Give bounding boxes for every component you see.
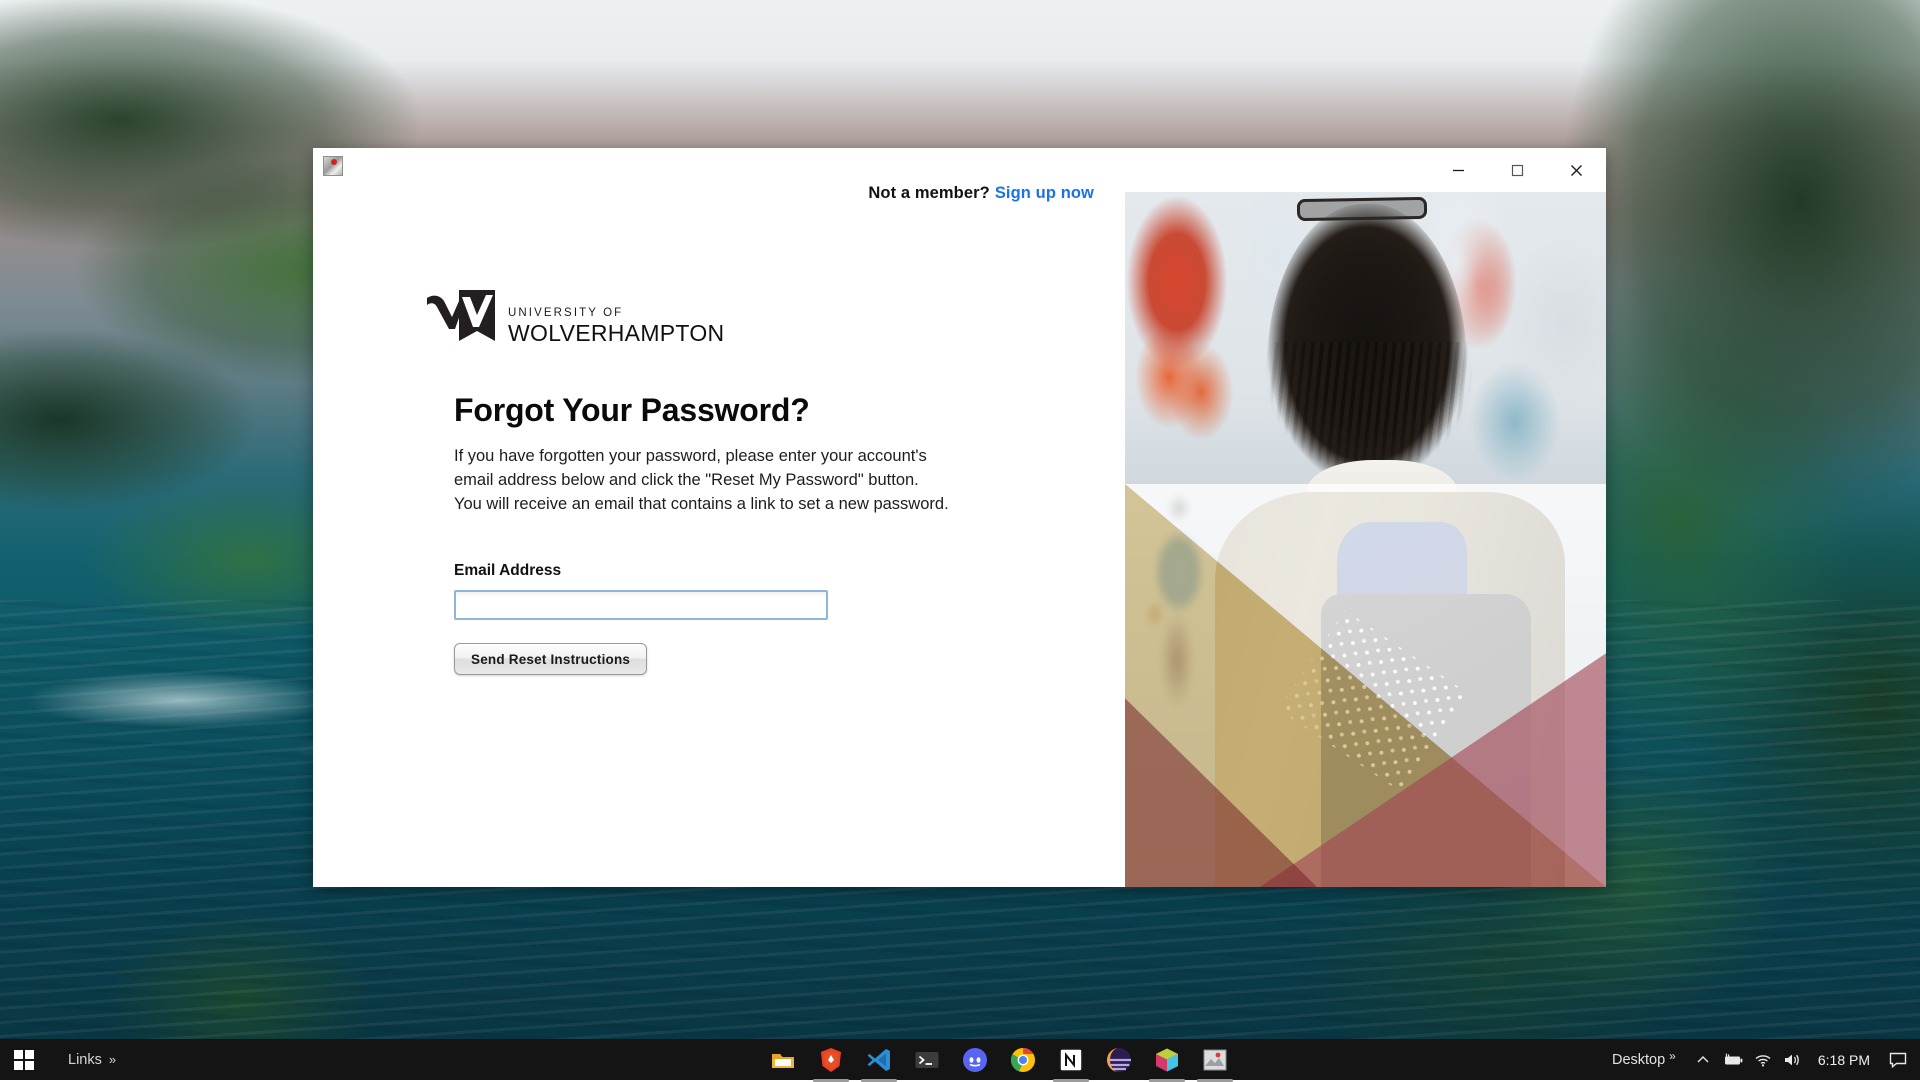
email-input[interactable] (454, 590, 828, 620)
window-controls (1429, 148, 1606, 192)
sign-up-now-link[interactable]: Sign up now (995, 184, 1094, 202)
taskbar-app-list (770, 1039, 1228, 1080)
logo-line-wolverhampton: WOLVERHAMPTON (508, 322, 724, 345)
hero-photo (1125, 192, 1606, 887)
wifi-icon[interactable] (1748, 1039, 1778, 1080)
discord-icon[interactable] (962, 1047, 988, 1073)
links-chevron-icon[interactable]: » (109, 1052, 116, 1067)
sunglasses-icon (1297, 197, 1427, 221)
send-reset-instructions-button[interactable]: Send Reset Instructions (454, 643, 647, 675)
maximize-icon[interactable] (1488, 148, 1547, 192)
close-icon[interactable] (1547, 148, 1606, 192)
system-tray: Desktop » (1612, 1039, 1920, 1080)
active-indicator (1197, 1079, 1233, 1082)
intro-line-3: You will receive an email that contains … (454, 492, 1074, 516)
chevron-up-icon[interactable] (1688, 1039, 1718, 1080)
app-purple-icon[interactable] (1106, 1047, 1132, 1073)
tray-desktop-label[interactable]: Desktop (1612, 1052, 1665, 1068)
wolverhampton-wv-logo-icon (425, 289, 497, 347)
google-chrome-icon[interactable] (1010, 1047, 1036, 1073)
university-logo: UNIVERSITY OF WOLVERHAMPTON (425, 289, 724, 347)
minimize-icon[interactable] (1429, 148, 1488, 192)
notion-icon[interactable] (1058, 1047, 1084, 1073)
file-explorer-icon[interactable] (770, 1047, 796, 1073)
active-indicator (1149, 1079, 1185, 1082)
page-title: Forgot Your Password? (454, 392, 810, 429)
email-field-label: Email Address (454, 562, 561, 580)
vs-code-icon[interactable] (866, 1047, 892, 1073)
tray-overflow-chevron-icon[interactable]: » (1669, 1049, 1676, 1063)
speaker-icon[interactable] (1778, 1039, 1808, 1080)
logo-line-university-of: UNIVERSITY OF (508, 308, 724, 320)
intro-line-2: email address below and click the "Reset… (454, 468, 1074, 492)
cube-app-icon[interactable] (1154, 1047, 1180, 1073)
taskbar: Links » (0, 1039, 1920, 1080)
intro-copy: If you have forgotten your password, ple… (454, 444, 1074, 516)
links-toolbar-label[interactable]: Links (68, 1052, 102, 1068)
clock[interactable]: 6:18 PM (1818, 1052, 1870, 1068)
active-indicator (813, 1079, 849, 1082)
brave-browser-icon[interactable] (818, 1047, 844, 1073)
windows-start-icon[interactable] (0, 1039, 48, 1080)
active-indicator (1053, 1079, 1089, 1082)
signup-prompt: Not a member? (868, 184, 989, 202)
app-icon (323, 156, 343, 176)
terminal-icon[interactable] (914, 1047, 940, 1073)
logo-wordmark: UNIVERSITY OF WOLVERHAMPTON (508, 308, 724, 348)
active-indicator (861, 1079, 897, 1082)
notification-center-icon[interactable] (1882, 1039, 1914, 1080)
battery-charging-icon[interactable] (1718, 1039, 1748, 1080)
form-pane: Not a member?Sign up now UNIVERSITY OF W… (313, 192, 1125, 887)
forgot-password-window: Not a member? Sign up now UNIVERSITY OF W… (313, 148, 1606, 887)
signup-row: Not a member? Sign up now (868, 184, 1094, 203)
intro-line-1: If you have forgotten your password, ple… (454, 444, 1074, 468)
photo-app-icon[interactable] (1202, 1047, 1228, 1073)
